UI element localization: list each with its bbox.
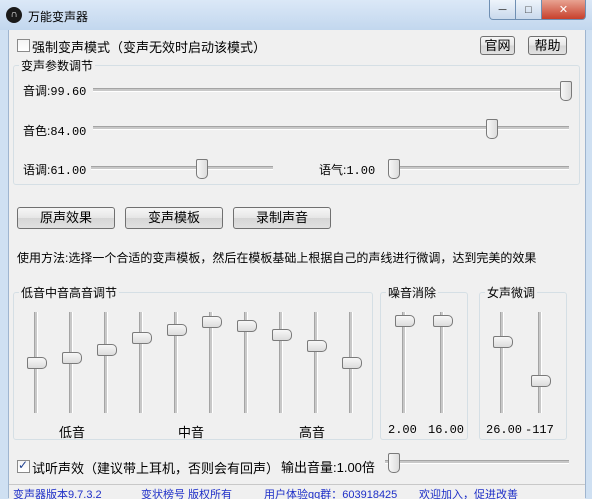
output-volume-thumb[interactable] bbox=[388, 453, 400, 473]
noise-slider-2-thumb[interactable] bbox=[433, 314, 453, 327]
minimize-button[interactable]: ─ bbox=[489, 0, 516, 20]
voice-templates-button[interactable]: 变声模板 bbox=[125, 207, 223, 229]
output-volume-label: 输出音量:1.00倍 bbox=[281, 460, 375, 475]
eq-band-10-slider-thumb[interactable] bbox=[342, 356, 362, 369]
qq-group-text: 用户体验qq群：603918425 bbox=[264, 489, 398, 499]
main-panel: 强制变声模式（变声无效时启动该模式） 官网 帮助 变声参数调节 音调:99.60… bbox=[8, 30, 586, 499]
noise-slider-1-thumb[interactable] bbox=[395, 314, 415, 327]
eq-mid-label: 中音 bbox=[178, 425, 205, 440]
noise-slider-2-track[interactable] bbox=[440, 312, 444, 413]
voice-params-legend: 变声参数调节 bbox=[21, 59, 94, 73]
title-bar[interactable]: ∩ 万能变声器 ─ □ ✕ bbox=[0, 0, 592, 30]
eq-band-2-slider-thumb[interactable] bbox=[62, 351, 82, 364]
female-value-1: 26.00 bbox=[486, 423, 523, 437]
tone-slider-track[interactable] bbox=[91, 166, 273, 170]
noise-reduction-legend: 噪音消除 bbox=[388, 286, 437, 300]
pitch-slider-thumb[interactable] bbox=[560, 81, 573, 101]
help-button[interactable]: 帮助 bbox=[528, 36, 567, 55]
eq-band-8-slider-thumb[interactable] bbox=[272, 328, 292, 341]
timbre-slider-thumb[interactable] bbox=[486, 119, 499, 139]
timbre-label: 音色:84.00 bbox=[23, 124, 87, 139]
eq-band-7-slider-thumb[interactable] bbox=[237, 320, 257, 333]
eq-band-9-slider-track[interactable] bbox=[314, 312, 318, 413]
eq-band-3-slider-track[interactable] bbox=[104, 312, 108, 413]
usage-instructions: 使用方法:选择一个合适的变声模板，然后在模板基础上根据自己的声线进行微调，达到完… bbox=[17, 251, 537, 265]
eq-legend: 低音中音高音调节 bbox=[21, 286, 118, 300]
window-title: 万能变声器 bbox=[28, 10, 89, 24]
status-bar: 变声器版本9.7.3.2 变状榜号 版权所有 用户体验qq群：603918425… bbox=[9, 484, 585, 499]
force-mode-label: 强制变声模式（变声无效时启动该模式） bbox=[32, 40, 267, 55]
website-button[interactable]: 官网 bbox=[480, 36, 515, 55]
female-voice-legend: 女声微调 bbox=[487, 286, 536, 300]
eq-band-8-slider-track[interactable] bbox=[279, 312, 283, 413]
noise-slider-1-track[interactable] bbox=[402, 312, 406, 413]
monitor-checkbox[interactable] bbox=[17, 458, 30, 473]
window-controls: ─ □ ✕ bbox=[489, 0, 586, 20]
join-link[interactable]: 欢迎加入，促进改善 bbox=[419, 486, 518, 499]
tone-slider-thumb[interactable] bbox=[196, 159, 209, 179]
monitor-label: 试听声效（建议带上耳机，否则会有回声） bbox=[32, 461, 280, 476]
mood-label: 语气:1.00 bbox=[319, 163, 376, 178]
maximize-button[interactable]: □ bbox=[516, 0, 542, 20]
headphones-icon: ∩ bbox=[6, 7, 22, 23]
female-value-2: -117 bbox=[525, 423, 554, 437]
version-text: 变声器版本9.7.3.2 bbox=[13, 489, 102, 499]
tone-label: 语调:61.00 bbox=[23, 163, 87, 178]
record-voice-button[interactable]: 录制声音 bbox=[233, 207, 331, 229]
eq-band-4-slider-thumb[interactable] bbox=[132, 332, 152, 345]
close-button[interactable]: ✕ bbox=[542, 0, 586, 20]
pitch-slider-track[interactable] bbox=[93, 88, 569, 92]
noise-value-2: 16.00 bbox=[428, 423, 465, 437]
female-slider-1-thumb[interactable] bbox=[493, 336, 513, 349]
original-sound-button[interactable]: 原声效果 bbox=[17, 207, 115, 229]
noise-value-1: 2.00 bbox=[388, 423, 417, 437]
eq-band-6-slider-thumb[interactable] bbox=[202, 315, 222, 328]
force-mode-checkbox[interactable] bbox=[17, 39, 30, 52]
copyright-text: 变状榜号 版权所有 bbox=[141, 489, 233, 499]
output-volume-track[interactable] bbox=[385, 460, 569, 464]
eq-band-9-slider-thumb[interactable] bbox=[307, 339, 327, 352]
eq-band-1-slider-thumb[interactable] bbox=[27, 356, 47, 369]
eq-low-label: 低音 bbox=[59, 425, 86, 440]
female-voice-group: 女声微调 bbox=[479, 284, 567, 440]
noise-reduction-group: 噪音消除 bbox=[380, 284, 468, 440]
eq-band-5-slider-thumb[interactable] bbox=[167, 324, 187, 337]
eq-high-label: 高音 bbox=[299, 425, 326, 440]
pitch-label: 音调:99.60 bbox=[23, 84, 87, 99]
female-slider-2-track[interactable] bbox=[538, 312, 542, 413]
eq-band-3-slider-thumb[interactable] bbox=[97, 344, 117, 357]
female-slider-2-thumb[interactable] bbox=[531, 375, 551, 388]
eq-band-4-slider-track[interactable] bbox=[139, 312, 143, 413]
female-slider-1-track[interactable] bbox=[500, 312, 504, 413]
mood-slider-track[interactable] bbox=[389, 166, 569, 170]
mood-slider-thumb[interactable] bbox=[388, 159, 400, 179]
